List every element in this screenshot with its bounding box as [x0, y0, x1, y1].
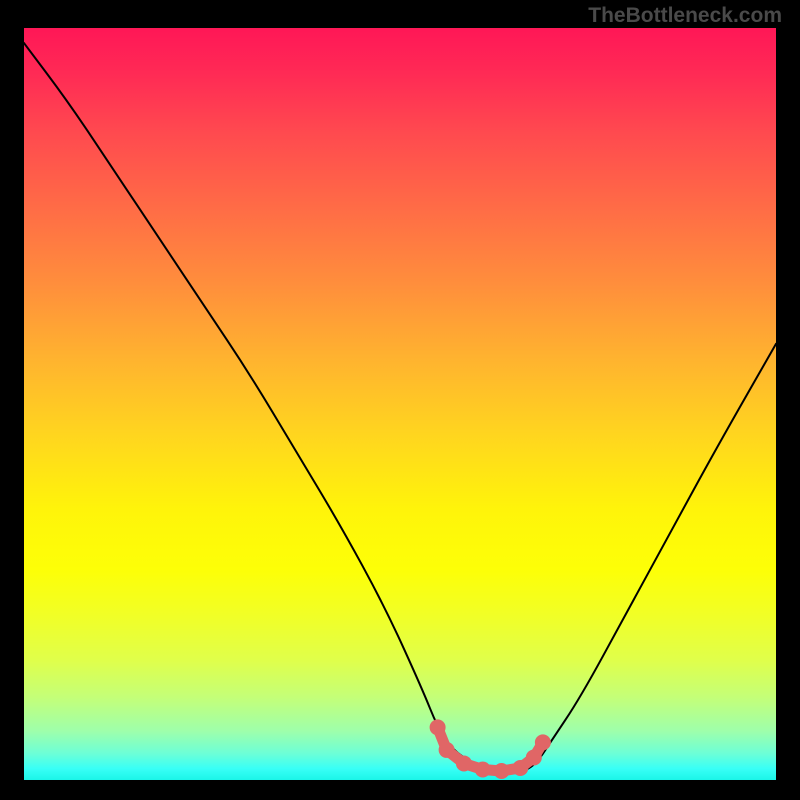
dot-marker — [439, 742, 455, 758]
dot-markers-group — [430, 719, 551, 779]
plot-area — [24, 28, 776, 780]
bottleneck-curve — [24, 43, 776, 772]
dot-marker — [456, 755, 472, 771]
watermark-text: TheBottleneck.com — [588, 4, 782, 28]
dot-marker — [430, 719, 446, 735]
dot-marker — [475, 761, 491, 777]
dot-marker — [535, 734, 551, 750]
dot-marker — [512, 760, 528, 776]
dot-marker — [494, 763, 510, 779]
chart-svg — [24, 28, 776, 780]
dot-marker — [526, 749, 542, 765]
